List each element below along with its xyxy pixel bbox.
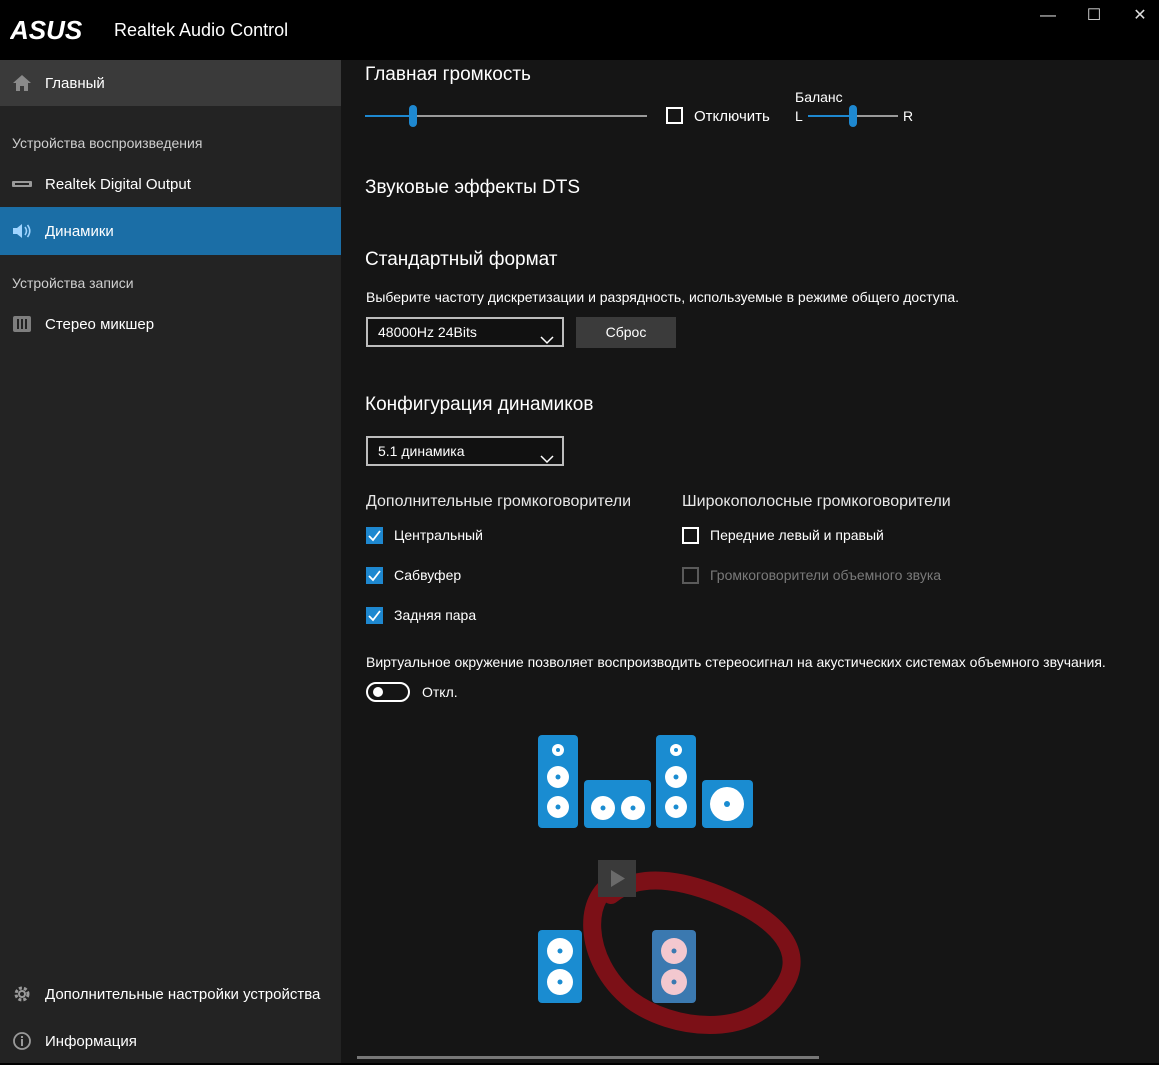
balance-right-label: R (903, 108, 914, 124)
format-dropdown-value: 48000Hz 24Bits (378, 324, 477, 340)
gear-icon (11, 983, 33, 1005)
sidebar-item-info[interactable]: Информация (0, 1017, 341, 1065)
sidebar-item-advanced-settings[interactable]: Дополнительные настройки устройства (0, 970, 341, 1018)
subwoofer-label: Сабвуфер (394, 567, 462, 583)
rear-right-speaker[interactable] (652, 930, 696, 1003)
surround-checkbox (682, 567, 699, 584)
playback-section-label: Устройства воспроизведения (12, 135, 203, 151)
balance-left-label: L (795, 108, 803, 124)
digital-output-icon (11, 173, 33, 195)
front-right-speaker[interactable] (656, 735, 696, 828)
mute-label: Отключить (694, 108, 770, 125)
front-lr-label: Передние левый и правый (710, 527, 884, 543)
maximize-button[interactable]: ☐ (1071, 6, 1117, 26)
virtual-surround-state: Откл. (422, 684, 458, 700)
horizontal-scrollbar[interactable] (357, 1056, 819, 1059)
center-speaker[interactable] (584, 780, 651, 828)
chevron-down-icon (540, 327, 554, 353)
rear-pair-checkbox[interactable] (366, 607, 383, 624)
virtual-surround-description: Виртуальное окружение позволяет воспроиз… (366, 654, 1106, 670)
balance-label: Баланс (795, 89, 843, 105)
speaker-diagram (538, 735, 801, 1034)
format-description: Выберите частоту дискретизации и разрядн… (366, 289, 960, 305)
sidebar-item-label: Стерео микшер (45, 315, 155, 333)
subwoofer-checkbox[interactable] (366, 567, 383, 584)
default-format-title: Стандартный формат (365, 249, 558, 270)
front-left-speaker[interactable] (538, 735, 578, 828)
recording-section-label: Устройства записи (12, 275, 134, 291)
close-button[interactable]: ✕ (1117, 6, 1159, 26)
title-bar: ASUS Realtek Audio Control — ☐ ✕ (0, 0, 1159, 60)
sidebar-item-label: Информация (45, 1032, 137, 1050)
info-icon (11, 1030, 33, 1052)
speaker-config-value: 5.1 динамика (378, 443, 465, 459)
chevron-down-icon (540, 446, 554, 472)
center-checkbox[interactable] (366, 527, 383, 544)
virtual-surround-toggle[interactable] (366, 682, 410, 702)
surround-label: Громкоговорители объемного звука (710, 567, 942, 583)
sidebar-item-label: Realtek Digital Output (45, 175, 191, 193)
main-volume-title: Главная громкость (365, 64, 531, 85)
sidebar-item-label: Дополнительные настройки устройства (45, 985, 321, 1003)
sidebar-item-speakers[interactable]: Динамики (0, 207, 341, 255)
balance-slider-thumb[interactable] (849, 105, 857, 127)
sidebar-item-label: Динамики (45, 222, 114, 240)
rear-left-speaker[interactable] (538, 930, 582, 1003)
speaker-config-title: Конфигурация динамиков (365, 394, 594, 415)
center-label: Центральный (394, 527, 483, 543)
app-title: Realtek Audio Control (114, 20, 289, 40)
sidebar-item-home[interactable]: Главный (0, 60, 341, 106)
fullrange-speakers-title: Широкополосные громкоговорители (682, 493, 951, 510)
brand-text: ASUS (10, 18, 83, 42)
front-lr-checkbox[interactable] (682, 527, 699, 544)
sidebar: Главный Устройства воспроизведения Realt… (0, 60, 341, 1063)
sidebar-item-label: Главный (45, 74, 105, 92)
asus-logo: ASUS (9, 15, 96, 47)
rear-pair-label: Задняя пара (394, 607, 477, 623)
sidebar-item-stereo-mix[interactable]: Стерео микшер (0, 300, 341, 348)
main-panel: Главная громкость Отключить Баланс L R З… (341, 60, 1159, 1063)
stereo-mix-icon (11, 313, 33, 335)
balance-slider[interactable] (808, 104, 898, 128)
volume-slider-thumb[interactable] (409, 105, 417, 127)
speaker-config-dropdown[interactable]: 5.1 динамика (366, 436, 564, 466)
minimize-button[interactable]: — (1025, 6, 1071, 26)
reset-button[interactable]: Сброс (576, 317, 676, 348)
format-dropdown[interactable]: 48000Hz 24Bits (366, 317, 564, 347)
mute-checkbox[interactable] (666, 107, 683, 124)
main-volume-slider[interactable] (365, 104, 647, 128)
speaker-icon (11, 220, 33, 242)
sidebar-item-digital-output[interactable]: Realtek Digital Output (0, 160, 341, 208)
subwoofer-speaker[interactable] (702, 780, 753, 828)
optional-speakers-title: Дополнительные громкоговорители (366, 493, 632, 510)
dts-effects-title: Звуковые эффекты DTS (365, 177, 581, 198)
home-icon (11, 72, 33, 94)
play-test-button[interactable] (598, 860, 636, 897)
